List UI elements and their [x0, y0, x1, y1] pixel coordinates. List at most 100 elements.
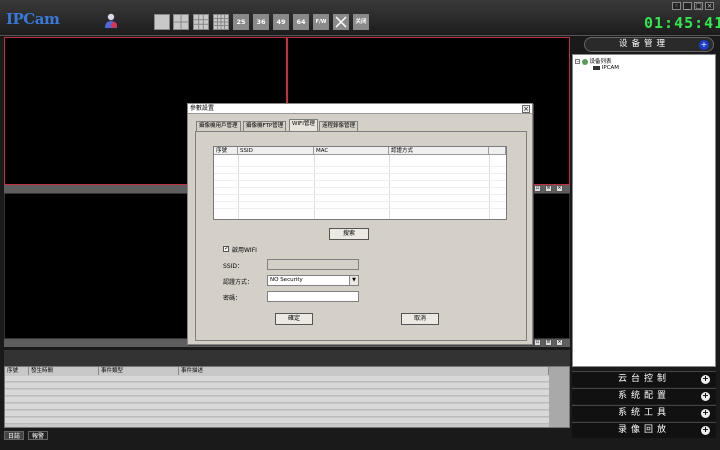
tab-wifi[interactable]: WIFI管理 — [289, 119, 318, 131]
tab-log[interactable]: 日誌 — [4, 431, 25, 440]
tree-root-node[interactable]: − 设备列表 — [575, 57, 612, 65]
dialog-title: 參數設置 — [190, 105, 215, 112]
events-col-index[interactable]: 序號 — [5, 367, 29, 375]
top-bar: IPCam 25 36 49 64 F/W 关闭 ◦ _ □ × 01:45:4… — [0, 0, 720, 36]
table-row[interactable] — [214, 182, 506, 188]
wifi-col-ssid[interactable]: SSID — [238, 147, 314, 155]
table-row[interactable] — [214, 189, 506, 195]
pane-close-icon[interactable]: × — [556, 339, 563, 346]
pane-snapshot-icon[interactable]: ▫ — [534, 339, 541, 346]
system-tools-label: 系统工具 — [617, 408, 670, 418]
layout-64-button[interactable]: 64 — [293, 14, 309, 30]
ptz-control-button[interactable]: 云台控制 + — [572, 371, 716, 387]
collapse-icon[interactable]: − — [575, 59, 580, 64]
cancel-button[interactable]: 取消 — [401, 313, 439, 325]
wifi-col-mac[interactable]: MAC — [314, 147, 389, 155]
globe-icon — [581, 58, 588, 65]
device-manager-panel: 设备管理 + − 设备列表 IPCAM — [572, 37, 716, 369]
events-scrollbar[interactable] — [549, 367, 569, 427]
auth-select[interactable]: NO Security ▼ — [267, 275, 359, 286]
plus-icon: + — [701, 374, 710, 384]
tab-camera-user[interactable]: 攝像機用戶管理 — [196, 121, 241, 131]
enable-wifi-label: 啟用WIFI — [232, 247, 257, 254]
layout-4-button[interactable] — [173, 14, 189, 30]
system-config-label: 系统配置 — [617, 391, 670, 401]
table-row[interactable] — [5, 404, 569, 410]
wifi-col-index[interactable]: 序號 — [214, 147, 238, 155]
ssid-label: SSID： — [223, 263, 244, 270]
system-config-button[interactable]: 系统配置 + — [572, 388, 716, 404]
close-video-button[interactable]: 关闭 — [353, 14, 369, 30]
tab-remote-record[interactable]: 遠程錄像管理 — [319, 121, 359, 131]
dialog-title-bar[interactable]: 參數設置 × — [188, 104, 532, 114]
pane-snapshot-icon[interactable]: ▫ — [534, 185, 541, 192]
table-row[interactable] — [5, 418, 569, 424]
close-icon[interactable]: × — [522, 105, 530, 113]
table-row[interactable] — [214, 161, 506, 167]
tab-camera-ftp[interactable]: 攝像機FTP管理 — [243, 121, 287, 131]
events-col-time[interactable]: 發生時間 — [29, 367, 99, 375]
table-row[interactable] — [5, 397, 569, 403]
search-button[interactable]: 搜索 — [329, 228, 369, 240]
device-manager-header[interactable]: 设备管理 + — [584, 37, 714, 52]
tree-camera-node[interactable]: IPCAM — [593, 65, 619, 71]
events-col-type[interactable]: 事件類型 — [99, 367, 179, 375]
events-table: 序號 發生時間 事件類型 事件描述 — [4, 366, 570, 428]
settings-icon[interactable]: ◦ — [672, 2, 681, 10]
chevron-down-icon[interactable]: ▼ — [349, 276, 358, 285]
table-row[interactable] — [214, 175, 506, 181]
fullscreen-button[interactable]: F/W — [313, 14, 329, 30]
table-row[interactable] — [214, 203, 506, 209]
pane-menu-icon[interactable]: ≡ — [545, 339, 552, 346]
close-icon[interactable]: × — [705, 2, 714, 10]
user-icon[interactable] — [104, 13, 118, 29]
record-playback-label: 录像回放 — [617, 425, 670, 435]
tree-camera-label: IPCAM — [601, 65, 620, 71]
table-row[interactable] — [214, 168, 506, 174]
close-all-icon[interactable] — [333, 14, 349, 30]
table-row[interactable] — [214, 196, 506, 202]
wifi-col-extra — [489, 147, 506, 155]
layout-36-button[interactable]: 36 — [253, 14, 269, 30]
settings-dialog: 參數設置 × 攝像機用戶管理 攝像機FTP管理 WIFI管理 遠程錄像管理 序號… — [187, 103, 533, 345]
clock-display: 01:45:41 — [644, 14, 720, 32]
table-row[interactable] — [5, 390, 569, 396]
wifi-table: 序號 SSID MAC 認證方式 — [213, 146, 507, 220]
pane-menu-icon[interactable]: ≡ — [545, 185, 552, 192]
record-playback-button[interactable]: 录像回放 + — [572, 422, 716, 438]
layout-9-button[interactable] — [193, 14, 209, 30]
events-panel: 序號 發生時間 事件類型 事件描述 — [4, 350, 570, 428]
plus-icon: + — [701, 391, 710, 401]
auth-label: 認證方式： — [223, 279, 254, 286]
maximize-icon[interactable]: □ — [694, 2, 703, 10]
password-label: 密碼： — [223, 295, 242, 302]
password-field[interactable] — [267, 291, 359, 302]
wifi-panel: 序號 SSID MAC 認證方式 搜索 ✓ 啟用WIFI SSID： 認證方式：… — [195, 131, 527, 341]
events-tabs: 日誌 報警 — [4, 431, 50, 440]
add-device-icon[interactable]: + — [699, 40, 709, 50]
system-tools-button[interactable]: 系统工具 + — [572, 405, 716, 421]
plus-icon: + — [701, 425, 710, 435]
events-col-desc[interactable]: 事件描述 — [179, 367, 549, 375]
app-logo: IPCam — [6, 10, 60, 28]
events-toolbar — [4, 350, 570, 366]
ptz-control-label: 云台控制 — [617, 374, 670, 384]
pane-close-icon[interactable]: × — [556, 185, 563, 192]
table-row[interactable] — [5, 376, 569, 382]
tab-alarm[interactable]: 報警 — [27, 431, 48, 440]
ok-button[interactable]: 確定 — [275, 313, 313, 325]
wifi-col-auth[interactable]: 認證方式 — [389, 147, 489, 155]
plus-icon: + — [701, 408, 710, 418]
device-tree: − 设备列表 IPCAM — [572, 54, 716, 367]
layout-1-button[interactable] — [154, 14, 170, 30]
minimize-icon[interactable]: _ — [683, 2, 692, 10]
auth-select-value: NO Security — [270, 277, 303, 283]
enable-wifi-checkbox[interactable]: ✓ — [223, 246, 229, 252]
layout-49-button[interactable]: 49 — [273, 14, 289, 30]
layout-25-button[interactable]: 25 — [233, 14, 249, 30]
table-row[interactable] — [5, 383, 569, 389]
ssid-field[interactable] — [267, 259, 359, 270]
layout-16-button[interactable] — [213, 14, 229, 30]
device-manager-title: 设备管理 — [618, 39, 669, 49]
table-row[interactable] — [5, 411, 569, 417]
